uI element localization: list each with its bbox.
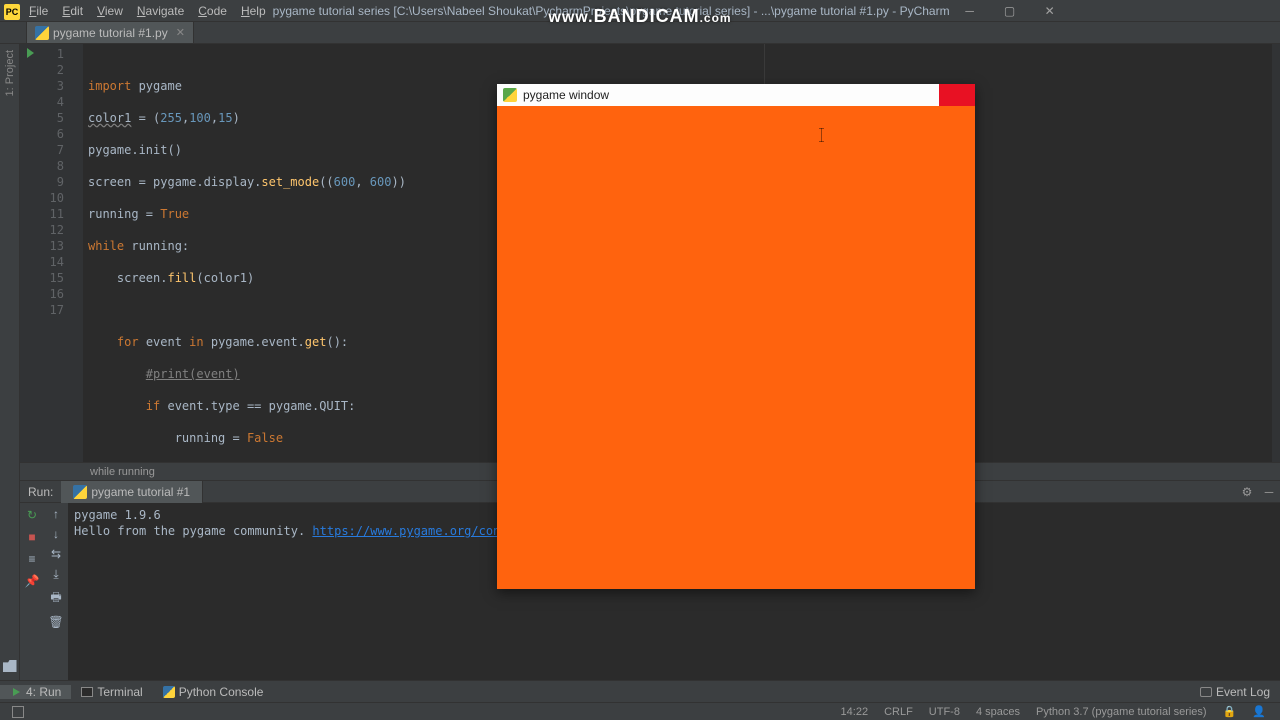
- status-encoding[interactable]: UTF-8: [921, 706, 968, 718]
- run-hide-icon[interactable]: ─: [1258, 481, 1280, 503]
- file-tab-active[interactable]: pygame tutorial #1.py ✕: [26, 21, 194, 43]
- menu-code[interactable]: Code: [191, 2, 234, 20]
- menu-navigate[interactable]: Navigate: [130, 2, 191, 20]
- status-position[interactable]: 14:22: [833, 706, 877, 718]
- python-file-icon: [73, 485, 87, 499]
- bottom-tool-row: 4: Run Terminal Python Console Event Log: [0, 680, 1280, 702]
- pin-icon[interactable]: 📌: [24, 573, 40, 589]
- pygame-title: pygame window: [523, 88, 609, 102]
- wrap-icon[interactable]: ⇆: [51, 547, 61, 561]
- menu-edit[interactable]: Edit: [55, 2, 90, 20]
- text-cursor-icon: [821, 128, 822, 142]
- down-icon[interactable]: ↓: [53, 527, 59, 541]
- fold-column: [70, 44, 84, 462]
- tab-close-icon[interactable]: ✕: [176, 26, 185, 39]
- print-icon[interactable]: 🖶: [50, 588, 61, 609]
- app-icon: PC: [4, 4, 20, 20]
- watermark-prefix: www.: [548, 9, 593, 26]
- status-line-sep[interactable]: CRLF: [876, 706, 921, 718]
- terminal-icon: [81, 687, 93, 697]
- menu-help[interactable]: Help: [234, 2, 273, 20]
- menu-file[interactable]: File: [22, 2, 55, 20]
- tool-terminal[interactable]: Terminal: [71, 685, 152, 699]
- watermark-suffix: .com: [700, 11, 732, 25]
- close-button[interactable]: ✕: [1030, 0, 1070, 22]
- window-buttons: ─ ▢ ✕: [950, 0, 1070, 22]
- status-hector-icon[interactable]: 👤: [1244, 705, 1274, 718]
- tool-python-console[interactable]: Python Console: [153, 685, 274, 699]
- trash-icon[interactable]: 🗑: [48, 615, 63, 629]
- pygame-window[interactable]: pygame window: [497, 84, 975, 589]
- scroll-icon[interactable]: ⤓: [53, 567, 58, 582]
- bandicam-watermark: www.BANDICAM.com: [548, 6, 731, 27]
- play-icon: [13, 688, 20, 696]
- run-config-tab[interactable]: pygame tutorial #1: [61, 481, 203, 503]
- run-toolbar-left: ↻ ■ ≡ 📌: [20, 503, 44, 680]
- pygame-close-button[interactable]: [939, 84, 975, 106]
- status-bar: 14:22 CRLF UTF-8 4 spaces Python 3.7 (py…: [0, 702, 1280, 720]
- run-settings-icon[interactable]: ⚙: [1236, 481, 1258, 503]
- menu-view[interactable]: View: [90, 2, 130, 20]
- bubble-icon: [1200, 687, 1212, 697]
- file-tab-label: pygame tutorial #1.py: [53, 26, 168, 40]
- pygame-icon: [503, 88, 517, 102]
- status-left-icon[interactable]: [12, 706, 24, 718]
- pygame-titlebar[interactable]: pygame window: [497, 84, 975, 106]
- watermark-main: BANDICAM: [594, 6, 700, 26]
- tool-run[interactable]: 4: Run: [0, 685, 71, 699]
- left-tool-stripe[interactable]: 1: Project: [0, 44, 20, 680]
- python-icon: [163, 686, 175, 698]
- gutter-run-icons: [20, 44, 40, 462]
- run-toolbar-right: ↑ ↓ ⇆ ⤓ 🖶 🗑: [44, 503, 68, 680]
- status-indent[interactable]: 4 spaces: [968, 706, 1028, 718]
- run-tab-label: pygame tutorial #1: [91, 485, 190, 499]
- run-label: Run:: [20, 485, 61, 499]
- structure-icon[interactable]: [3, 660, 17, 672]
- maximize-button[interactable]: ▢: [990, 0, 1030, 22]
- python-file-icon: [35, 26, 49, 40]
- layout-icon[interactable]: ≡: [24, 551, 40, 567]
- rerun-icon[interactable]: ↻: [24, 507, 40, 523]
- tool-project[interactable]: 1: Project: [4, 50, 16, 96]
- status-lock-icon[interactable]: 🔒: [1215, 705, 1245, 718]
- up-icon[interactable]: ↑: [53, 507, 59, 521]
- run-gutter-icon[interactable]: [27, 48, 34, 58]
- error-stripe: [1272, 44, 1280, 462]
- pygame-canvas: [497, 106, 975, 589]
- line-numbers: 1234567891011121314151617: [40, 44, 70, 462]
- tool-event-log[interactable]: Event Log: [1190, 685, 1280, 699]
- stop-icon[interactable]: ■: [24, 529, 40, 545]
- status-interpreter[interactable]: Python 3.7 (pygame tutorial series): [1028, 706, 1215, 718]
- minimize-button[interactable]: ─: [950, 0, 990, 22]
